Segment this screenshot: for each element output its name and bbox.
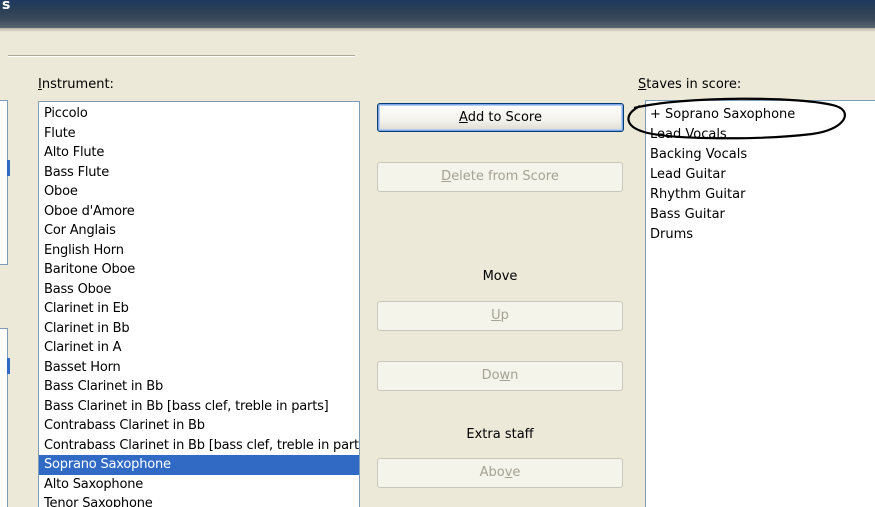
instrument-list-item[interactable]: Piccolo (39, 104, 359, 124)
move-label: Move (482, 269, 518, 284)
instrument-list[interactable]: Piccolo Flute Alto Flute Bass Flute Oboe Oboe… (38, 101, 360, 507)
instrument-list-item[interactable]: English Horn (39, 241, 359, 261)
add-to-score-button[interactable]: Add to Score (377, 103, 624, 132)
instrument-list-item[interactable]: Clarinet in Eb (39, 299, 359, 319)
left-panel-accent-upper (7, 160, 10, 176)
staves-list-item[interactable]: Bass Guitar (646, 205, 875, 225)
left-panel-lower (0, 328, 8, 507)
instrument-list-item[interactable]: Clarinet in A (39, 338, 359, 358)
down-label-accel: w (499, 368, 511, 383)
instrument-list-item[interactable]: Alto Saxophone (39, 475, 359, 495)
instrument-list-item[interactable]: Alto Flute (39, 143, 359, 163)
above-label-post: e (512, 465, 521, 480)
instrument-list-item[interactable]: Bass Flute (39, 163, 359, 183)
instrument-list-item[interactable]: Bass Clarinet in Bb [bass clef, treble i… (39, 397, 359, 417)
instrument-list-item[interactable]: Contrabass Clarinet in Bb (39, 416, 359, 436)
move-up-button[interactable]: Up (377, 301, 623, 331)
extra-staff-label: Extra staff (466, 427, 534, 442)
staves-label: Staves in score: (638, 77, 741, 92)
window-title: s (2, 0, 11, 13)
down-label-pre: Do (481, 368, 500, 383)
instrument-list-item[interactable]: Bass Clarinet in Bb (39, 377, 359, 397)
instrument-list-item[interactable]: Cor Anglais (39, 221, 359, 241)
left-panel-accent-lower (7, 358, 10, 374)
title-bar-shadow (0, 28, 875, 32)
move-down-button[interactable]: Down (377, 361, 623, 391)
staves-list-item[interactable]: Backing Vocals (646, 145, 875, 165)
title-bar: s (0, 0, 875, 28)
delete-label-accel: D (441, 169, 452, 184)
down-label-post: n (510, 368, 519, 383)
staves-list[interactable]: + Soprano Saxophone Lead Vocals Backing Vo… (645, 100, 875, 507)
add-label-post: dd to Score (467, 110, 542, 125)
instrument-list-item[interactable]: Bass Oboe (39, 280, 359, 300)
staves-list-item[interactable]: Lead Guitar (646, 165, 875, 185)
instrument-list-item[interactable]: Contrabass Clarinet in Bb [bass clef, tr… (39, 436, 359, 456)
instrument-list-item[interactable]: Basset Horn (39, 358, 359, 378)
instrument-label: Instrument: (38, 77, 114, 92)
extra-staff-above-button[interactable]: Above (377, 458, 623, 488)
up-label-post: p (500, 308, 509, 323)
delete-from-score-button[interactable]: Delete from Score (377, 162, 623, 192)
delete-label-post: elete from Score (451, 169, 559, 184)
above-label-pre: Abo (479, 465, 505, 480)
left-panel-upper (0, 100, 8, 265)
instrument-list-item[interactable]: Clarinet in Bb (39, 319, 359, 339)
add-label-accel: A (459, 110, 468, 125)
separator-line (8, 55, 355, 57)
staves-list-item[interactable]: Drums (646, 225, 875, 245)
instrument-list-item[interactable]: Flute (39, 124, 359, 144)
instrument-list-item[interactable]: Tenor Saxophone (39, 494, 359, 507)
staves-list-item[interactable]: Lead Vocals (646, 125, 875, 145)
instrument-list-item[interactable]: Oboe d'Amore (39, 202, 359, 222)
up-label-accel: U (491, 308, 501, 323)
instrument-list-item[interactable]: Baritone Oboe (39, 260, 359, 280)
instrument-list-item[interactable]: Soprano Saxophone (39, 455, 359, 475)
staves-list-item[interactable]: Rhythm Guitar (646, 185, 875, 205)
instrument-list-item[interactable]: Oboe (39, 182, 359, 202)
staves-list-item[interactable]: + Soprano Saxophone (646, 105, 875, 125)
instrument-label-post: nstrument: (41, 77, 114, 92)
staves-label-post: taves in score: (646, 77, 742, 92)
